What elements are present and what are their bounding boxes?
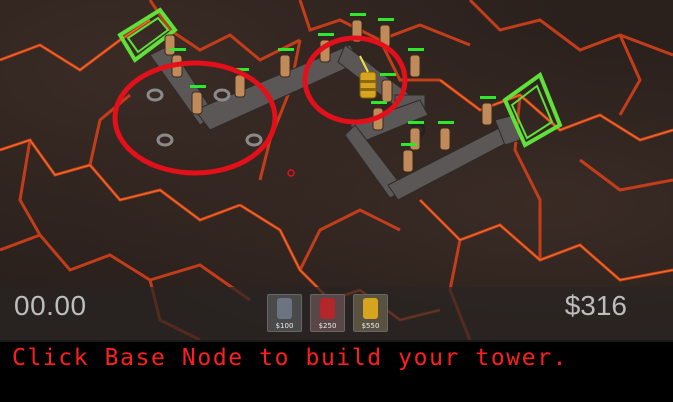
yellow-tower-price: $550 (361, 322, 380, 330)
base-node[interactable] (156, 133, 174, 147)
buy-red-tower-button[interactable]: $250 (310, 294, 345, 332)
enemy-path (149, 44, 521, 201)
yellow-tower-icon (363, 298, 378, 319)
base-node[interactable] (146, 88, 164, 102)
tower-shop: $100 $250 $550 (267, 294, 388, 332)
instruction-message: Click Base Node to build your tower. (12, 345, 569, 371)
gray-tower-price: $100 (275, 322, 294, 330)
red-tower-price: $250 (318, 322, 337, 330)
red-tower-icon (320, 298, 335, 319)
gray-tower-icon (277, 298, 292, 319)
wave-timer: 00.00 (14, 290, 87, 321)
base-node[interactable] (245, 133, 263, 147)
money-counter: $316 (564, 290, 627, 321)
buy-gray-tower-button[interactable]: $100 (267, 294, 302, 332)
cursor-marker (287, 169, 295, 177)
base-node[interactable] (213, 88, 231, 102)
buy-yellow-tower-button[interactable]: $550 (353, 294, 388, 332)
